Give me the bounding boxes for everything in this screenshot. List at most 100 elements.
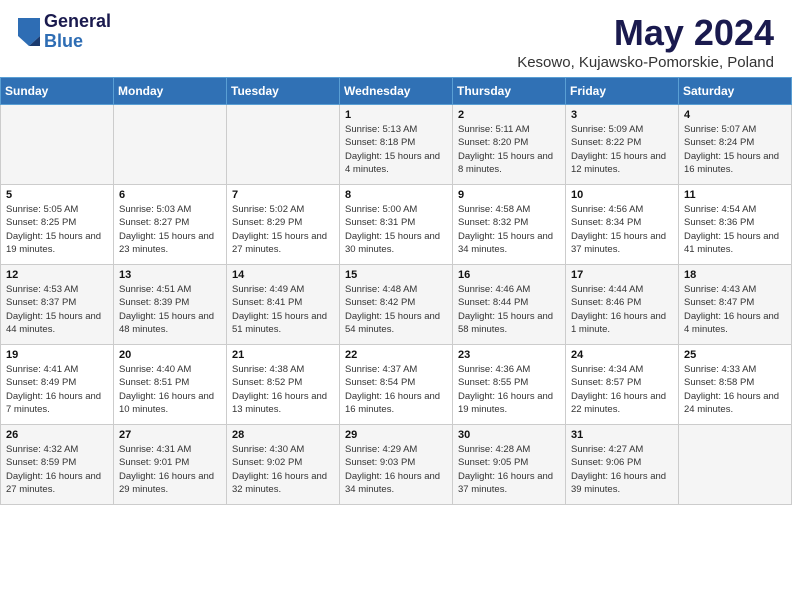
- logo: General Blue: [18, 12, 111, 52]
- day-number: 14: [232, 269, 334, 281]
- day-info: Sunrise: 5:05 AMSunset: 8:25 PMDaylight:…: [6, 203, 108, 256]
- day-info: Sunrise: 4:38 AMSunset: 8:52 PMDaylight:…: [232, 363, 334, 416]
- day-info: Sunrise: 4:33 AMSunset: 8:58 PMDaylight:…: [684, 363, 786, 416]
- week-row-1: 1 Sunrise: 5:13 AMSunset: 8:18 PMDaylight…: [1, 105, 792, 185]
- day-info: Sunrise: 4:44 AMSunset: 8:46 PMDaylight:…: [571, 283, 673, 336]
- calendar-cell: 18Sunrise: 4:43 AMSunset: 8:47 PMDayligh…: [679, 265, 792, 345]
- week-row-2: 5 Sunrise: 5:05 AMSunset: 8:25 PMDaylight…: [1, 185, 792, 265]
- day-number: 2: [458, 109, 560, 121]
- calendar-cell: 28 Sunrise: 4:30 AMSunset: 9:02 PMDayligh…: [227, 425, 340, 505]
- calendar-table: SundayMondayTuesdayWednesdayThursdayFrid…: [0, 77, 792, 505]
- day-number: 16: [458, 269, 560, 281]
- calendar-cell: [227, 105, 340, 185]
- day-number: 18: [684, 269, 786, 281]
- day-info: Sunrise: 4:32 AMSunset: 8:59 PMDaylight:…: [6, 443, 108, 496]
- week-row-4: 19 Sunrise: 4:41 AMSunset: 8:49 PMDayligh…: [1, 345, 792, 425]
- logo-general-text: General: [44, 12, 111, 32]
- day-info: Sunrise: 4:40 AMSunset: 8:51 PMDaylight:…: [119, 363, 221, 416]
- day-info: Sunrise: 4:51 AMSunset: 8:39 PMDaylight:…: [119, 283, 221, 336]
- day-number: 20: [119, 349, 221, 361]
- header-day-monday: Monday: [114, 78, 227, 105]
- header-row: SundayMondayTuesdayWednesdayThursdayFrid…: [1, 78, 792, 105]
- calendar-cell: [679, 425, 792, 505]
- day-info: Sunrise: 5:02 AMSunset: 8:29 PMDaylight:…: [232, 203, 334, 256]
- day-info: Sunrise: 4:46 AMSunset: 8:44 PMDaylight:…: [458, 283, 560, 336]
- day-number: 10: [571, 189, 673, 201]
- day-info: Sunrise: 4:36 AMSunset: 8:55 PMDaylight:…: [458, 363, 560, 416]
- day-info: Sunrise: 4:54 AMSunset: 8:36 PMDaylight:…: [684, 203, 786, 256]
- day-info: Sunrise: 4:29 AMSunset: 9:03 PMDaylight:…: [345, 443, 447, 496]
- header-day-tuesday: Tuesday: [227, 78, 340, 105]
- day-number: 23: [458, 349, 560, 361]
- day-number: 13: [119, 269, 221, 281]
- day-number: 11: [684, 189, 786, 201]
- calendar-cell: 13 Sunrise: 4:51 AMSunset: 8:39 PMDayligh…: [114, 265, 227, 345]
- calendar-cell: 6Sunrise: 5:03 AMSunset: 8:27 PMDaylight…: [114, 185, 227, 265]
- logo-blue-text: Blue: [44, 32, 111, 52]
- title-section: May 2024 Kesowo, Kujawsko-Pomorskie, Pol…: [517, 12, 774, 71]
- day-info: Sunrise: 5:03 AMSunset: 8:27 PMDaylight:…: [119, 203, 221, 256]
- day-info: Sunrise: 5:07 AMSunset: 8:24 PMDaylight:…: [684, 123, 786, 176]
- month-title: May 2024: [517, 12, 774, 54]
- calendar-cell: 12Sunrise: 4:53 AMSunset: 8:37 PMDayligh…: [1, 265, 114, 345]
- header-day-sunday: Sunday: [1, 78, 114, 105]
- calendar-cell: 4Sunrise: 5:07 AMSunset: 8:24 PMDaylight…: [679, 105, 792, 185]
- calendar-cell: 15Sunrise: 4:48 AMSunset: 8:42 PMDayligh…: [340, 265, 453, 345]
- calendar-cell: 14 Sunrise: 4:49 AMSunset: 8:41 PMDayligh…: [227, 265, 340, 345]
- day-number: 31: [571, 429, 673, 441]
- day-info: Sunrise: 4:34 AMSunset: 8:57 PMDaylight:…: [571, 363, 673, 416]
- calendar-cell: 27Sunrise: 4:31 AMSunset: 9:01 PMDayligh…: [114, 425, 227, 505]
- calendar-cell: 7 Sunrise: 5:02 AMSunset: 8:29 PMDaylight…: [227, 185, 340, 265]
- calendar-cell: 24 Sunrise: 4:34 AMSunset: 8:57 PMDayligh…: [566, 345, 679, 425]
- day-number: 29: [345, 429, 447, 441]
- day-number: 30: [458, 429, 560, 441]
- day-number: 19: [6, 349, 108, 361]
- day-number: 21: [232, 349, 334, 361]
- day-number: 28: [232, 429, 334, 441]
- day-info: Sunrise: 5:13 AMSunset: 8:18 PMDaylight:…: [345, 123, 447, 176]
- location-title: Kesowo, Kujawsko-Pomorskie, Poland: [517, 54, 774, 71]
- header: General Blue May 2024 Kesowo, Kujawsko-P…: [0, 0, 792, 77]
- week-row-3: 12Sunrise: 4:53 AMSunset: 8:37 PMDayligh…: [1, 265, 792, 345]
- day-number: 15: [345, 269, 447, 281]
- day-number: 17: [571, 269, 673, 281]
- calendar-cell: 10 Sunrise: 4:56 AMSunset: 8:34 PMDayligh…: [566, 185, 679, 265]
- day-info: Sunrise: 4:56 AMSunset: 8:34 PMDaylight:…: [571, 203, 673, 256]
- header-day-saturday: Saturday: [679, 78, 792, 105]
- calendar-cell: 21 Sunrise: 4:38 AMSunset: 8:52 PMDayligh…: [227, 345, 340, 425]
- header-day-wednesday: Wednesday: [340, 78, 453, 105]
- day-number: 3: [571, 109, 673, 121]
- logo-icon: [18, 18, 40, 46]
- day-info: Sunrise: 4:31 AMSunset: 9:01 PMDaylight:…: [119, 443, 221, 496]
- day-info: Sunrise: 5:00 AMSunset: 8:31 PMDaylight:…: [345, 203, 447, 256]
- day-number: 1: [345, 109, 447, 121]
- day-number: 7: [232, 189, 334, 201]
- calendar-cell: 2 Sunrise: 5:11 AMSunset: 8:20 PMDaylight…: [453, 105, 566, 185]
- calendar-cell: 19 Sunrise: 4:41 AMSunset: 8:49 PMDayligh…: [1, 345, 114, 425]
- day-info: Sunrise: 4:58 AMSunset: 8:32 PMDaylight:…: [458, 203, 560, 256]
- day-info: Sunrise: 4:30 AMSunset: 9:02 PMDaylight:…: [232, 443, 334, 496]
- day-info: Sunrise: 4:49 AMSunset: 8:41 PMDaylight:…: [232, 283, 334, 336]
- calendar-cell: [114, 105, 227, 185]
- calendar-cell: 1 Sunrise: 5:13 AMSunset: 8:18 PMDaylight…: [340, 105, 453, 185]
- day-number: 12: [6, 269, 108, 281]
- day-number: 25: [684, 349, 786, 361]
- calendar-cell: 26Sunrise: 4:32 AMSunset: 8:59 PMDayligh…: [1, 425, 114, 505]
- day-number: 8: [345, 189, 447, 201]
- day-info: Sunrise: 5:11 AMSunset: 8:20 PMDaylight:…: [458, 123, 560, 176]
- calendar-cell: 30 Sunrise: 4:28 AMSunset: 9:05 PMDayligh…: [453, 425, 566, 505]
- day-info: Sunrise: 4:28 AMSunset: 9:05 PMDaylight:…: [458, 443, 560, 496]
- week-row-5: 26Sunrise: 4:32 AMSunset: 8:59 PMDayligh…: [1, 425, 792, 505]
- day-number: 24: [571, 349, 673, 361]
- day-number: 5: [6, 189, 108, 201]
- calendar-cell: 11 Sunrise: 4:54 AMSunset: 8:36 PMDayligh…: [679, 185, 792, 265]
- day-info: Sunrise: 5:09 AMSunset: 8:22 PMDaylight:…: [571, 123, 673, 176]
- header-day-friday: Friday: [566, 78, 679, 105]
- day-info: Sunrise: 4:27 AMSunset: 9:06 PMDaylight:…: [571, 443, 673, 496]
- calendar-cell: 20 Sunrise: 4:40 AMSunset: 8:51 PMDayligh…: [114, 345, 227, 425]
- calendar-cell: [1, 105, 114, 185]
- day-info: Sunrise: 4:41 AMSunset: 8:49 PMDaylight:…: [6, 363, 108, 416]
- calendar-cell: 31 Sunrise: 4:27 AMSunset: 9:06 PMDayligh…: [566, 425, 679, 505]
- calendar-cell: 5 Sunrise: 5:05 AMSunset: 8:25 PMDaylight…: [1, 185, 114, 265]
- day-number: 9: [458, 189, 560, 201]
